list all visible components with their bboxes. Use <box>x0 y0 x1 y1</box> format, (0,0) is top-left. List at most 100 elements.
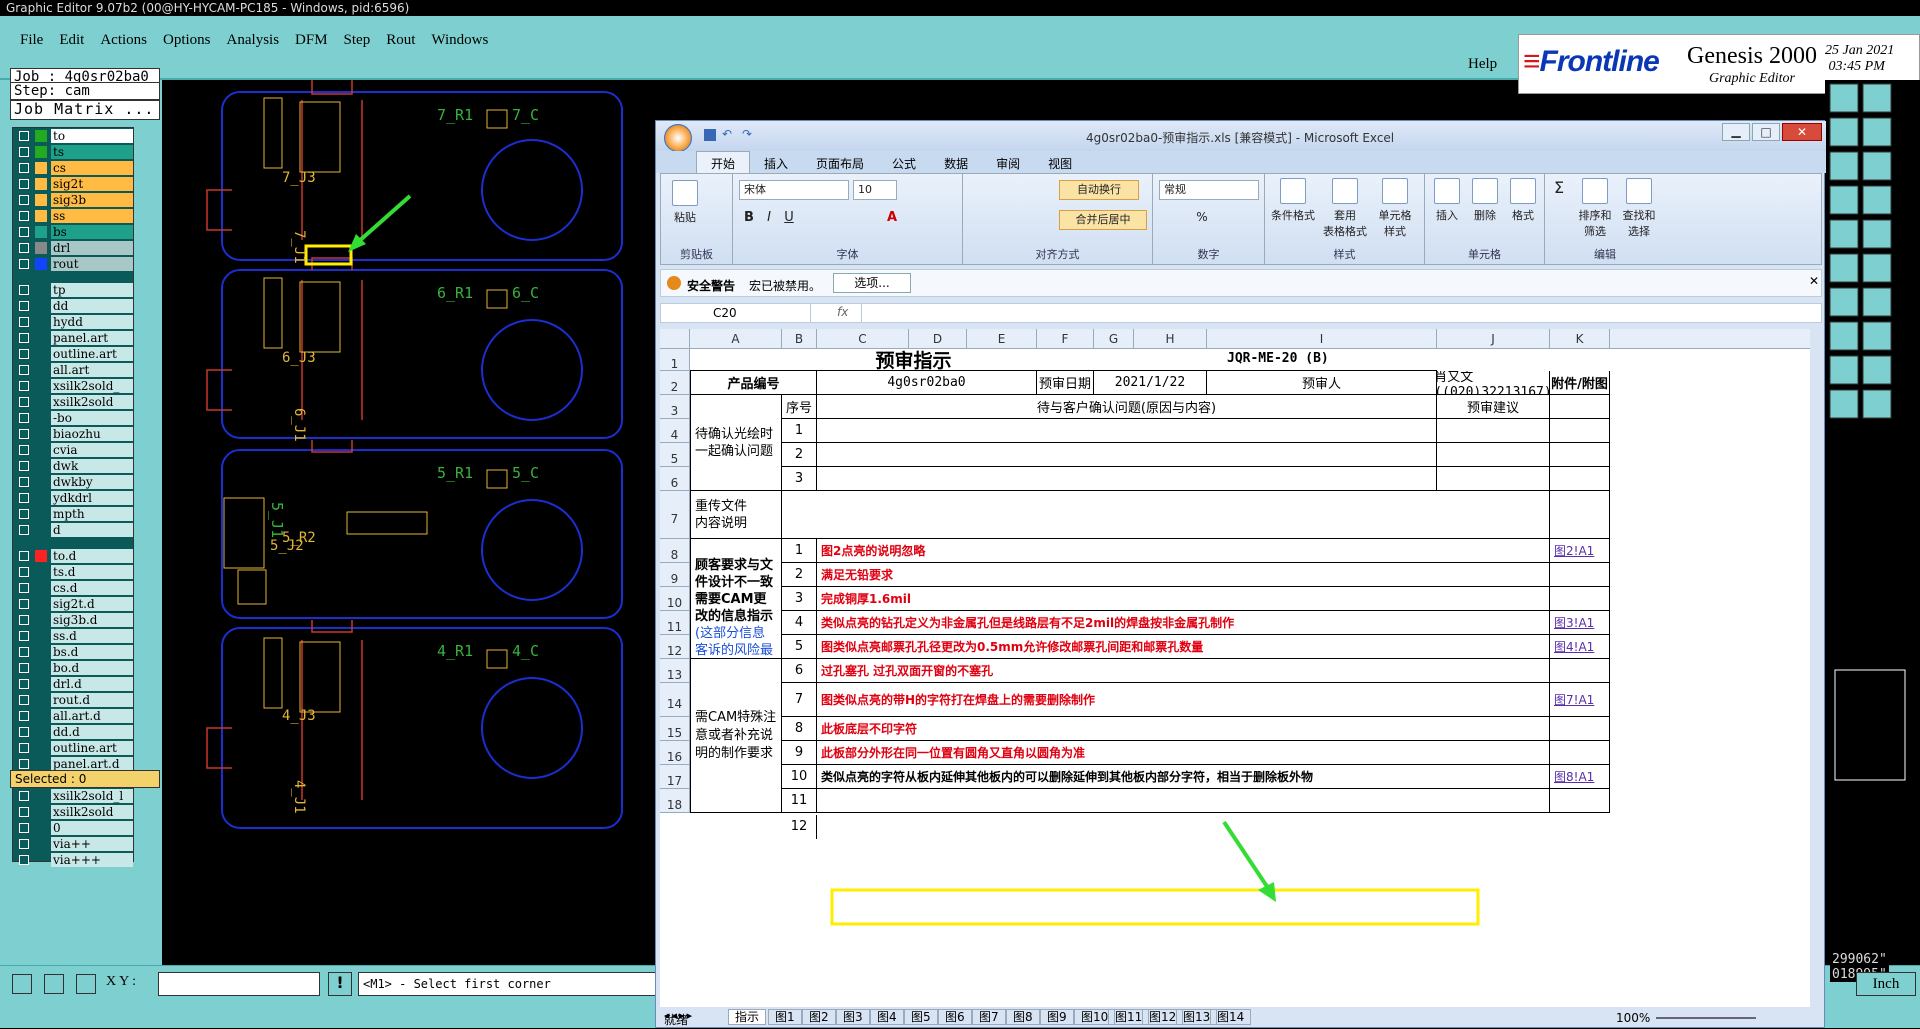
layer-row[interactable]: xsilk2sold <box>13 804 133 820</box>
layer-checkbox[interactable] <box>19 711 29 721</box>
layer-row[interactable]: to <box>13 128 133 144</box>
row-header[interactable]: 5 <box>660 443 690 467</box>
row-header[interactable]: 3 <box>660 395 690 419</box>
layer-checkbox[interactable] <box>19 695 29 705</box>
layer-row[interactable]: xsilk2sold_ <box>13 378 133 394</box>
layer-checkbox[interactable] <box>19 317 29 327</box>
layer-row[interactable]: panel.art <box>13 330 133 346</box>
column-header[interactable]: B <box>782 329 817 349</box>
layer-row[interactable]: via+++ <box>13 852 133 868</box>
column-header[interactable]: F <box>1037 329 1094 349</box>
layer-checkbox[interactable] <box>19 397 29 407</box>
menu-step[interactable]: Step <box>336 32 379 52</box>
layer-checkbox[interactable] <box>19 727 29 737</box>
row-header[interactable]: 13 <box>660 659 690 683</box>
item-text[interactable]: 完成铜厚1.6mil <box>817 587 1550 611</box>
layer-row[interactable]: outline.art <box>13 346 133 362</box>
layer-checkbox[interactable] <box>19 551 29 561</box>
insert-cells-button[interactable]: 插入 <box>1429 178 1465 223</box>
formula-input[interactable] <box>861 304 1819 322</box>
layer-row[interactable]: 0 <box>13 820 133 836</box>
item-attachment-link[interactable] <box>1550 419 1610 443</box>
layer-row[interactable]: mpth <box>13 506 133 522</box>
maximize-button[interactable]: □ <box>1752 123 1780 141</box>
item-attachment-link[interactable]: 图4!A1 <box>1550 635 1610 659</box>
item-text[interactable]: 类似点亮的钻孔定义为非金属孔但是线路层有不足2mil的焊盘按非金属孔制作 <box>817 611 1550 635</box>
layer-row[interactable]: sig3b.d <box>13 612 133 628</box>
layer-row[interactable]: sig3b <box>13 192 133 208</box>
layer-row[interactable]: ydkdrl <box>13 490 133 506</box>
grid-icon[interactable] <box>76 974 96 994</box>
column-header[interactable]: C <box>817 329 909 349</box>
layer-row[interactable]: outline.art <box>13 740 133 756</box>
paste-button[interactable]: 粘贴 <box>667 180 703 225</box>
item-attachment-link[interactable] <box>1550 717 1610 741</box>
italic-button[interactable]: I <box>761 210 777 228</box>
layer-checkbox[interactable] <box>19 839 29 849</box>
font-size-select[interactable]: 10 <box>853 180 897 200</box>
format-as-table-button[interactable]: 套用 表格格式 <box>1321 178 1369 239</box>
layer-row[interactable]: tp <box>13 282 133 298</box>
menu-analysis[interactable]: Analysis <box>219 32 288 52</box>
name-box[interactable]: C20 <box>661 304 811 322</box>
layer-row[interactable]: -bo <box>13 410 133 426</box>
office-button[interactable] <box>664 124 692 152</box>
undo-icon[interactable]: ↶ <box>722 127 732 141</box>
row-header[interactable]: 10 <box>660 587 690 611</box>
item-attachment-link[interactable]: 图8!A1 <box>1550 765 1610 789</box>
layer-row[interactable]: ts <box>13 144 133 160</box>
help-menu[interactable]: Help <box>1468 56 1497 73</box>
format-cells-button[interactable]: 格式 <box>1505 178 1541 223</box>
layer-row[interactable]: cs.d <box>13 580 133 596</box>
layer-checkbox[interactable] <box>19 349 29 359</box>
item-attachment-link[interactable]: 图3!A1 <box>1550 611 1610 635</box>
row-header[interactable]: 1 <box>660 349 690 371</box>
layer-row[interactable]: rout <box>13 256 133 272</box>
item-text[interactable]: 图2点亮的说明忽略 <box>817 539 1550 563</box>
item-attachment-link[interactable]: 图2!A1 <box>1550 539 1610 563</box>
bold-button[interactable]: B <box>741 210 757 228</box>
column-header[interactable]: K <box>1550 329 1610 349</box>
item-advice[interactable] <box>1437 419 1550 443</box>
ribbon-tab[interactable]: 开始 <box>696 151 751 175</box>
ribbon-tab[interactable]: 插入 <box>750 152 802 175</box>
layer-checkbox[interactable] <box>19 807 29 817</box>
layer-checkbox[interactable] <box>19 147 29 157</box>
item-text[interactable]: 此板底层不印字符 <box>817 717 1550 741</box>
layer-checkbox[interactable] <box>19 285 29 295</box>
layer-checkbox[interactable] <box>19 647 29 657</box>
delete-cells-button[interactable]: 删除 <box>1467 178 1503 223</box>
layer-checkbox[interactable] <box>19 743 29 753</box>
graphic-canvas[interactable]: 7_J3 7_J1 6_J3 6_J1 5_R2 4_J3 4_J1 5_J2 … <box>162 80 657 988</box>
layer-row[interactable]: hydd <box>13 314 133 330</box>
item-attachment-link[interactable] <box>1550 467 1610 491</box>
layer-checkbox[interactable] <box>19 429 29 439</box>
layer-checkbox[interactable] <box>19 131 29 141</box>
layer-checkbox[interactable] <box>19 445 29 455</box>
item-text[interactable]: 图类似点亮的带H的字符打在焊盘上的需要删除制作 <box>817 683 1550 717</box>
column-header[interactable]: J <box>1437 329 1550 349</box>
row-header[interactable]: 7 <box>660 491 690 539</box>
font-color-button[interactable]: A <box>883 210 901 228</box>
layer-row[interactable]: biaozhu <box>13 426 133 442</box>
layer-checkbox[interactable] <box>19 163 29 173</box>
layer-row[interactable]: cvia <box>13 442 133 458</box>
layer-row[interactable]: xsilk2sold <box>13 394 133 410</box>
percent-button[interactable]: % <box>1193 210 1211 224</box>
find-select-button[interactable]: 查找和 选择 <box>1619 178 1659 239</box>
item-attachment-link[interactable] <box>1550 789 1610 813</box>
layer-checkbox[interactable] <box>19 679 29 689</box>
layer-row[interactable]: bs.d <box>13 644 133 660</box>
layer-checkbox[interactable] <box>19 509 29 519</box>
ribbon-tab[interactable]: 公式 <box>878 152 930 175</box>
item-text[interactable]: 类似点亮的字符从板内延伸其他板内的可以删除延伸到其他板内部分字符，相当于删除板外… <box>817 765 1550 789</box>
xy-input[interactable] <box>158 972 320 996</box>
item-attachment-link[interactable] <box>1550 659 1610 683</box>
row-header[interactable]: 11 <box>660 611 690 635</box>
sort-filter-button[interactable]: 排序和 筛选 <box>1575 178 1615 239</box>
layer-row[interactable]: drl <box>13 240 133 256</box>
column-header[interactable]: A <box>690 329 782 349</box>
layer-checkbox[interactable] <box>19 583 29 593</box>
column-header[interactable]: H <box>1134 329 1207 349</box>
autosum-icon[interactable]: Σ <box>1549 178 1569 197</box>
